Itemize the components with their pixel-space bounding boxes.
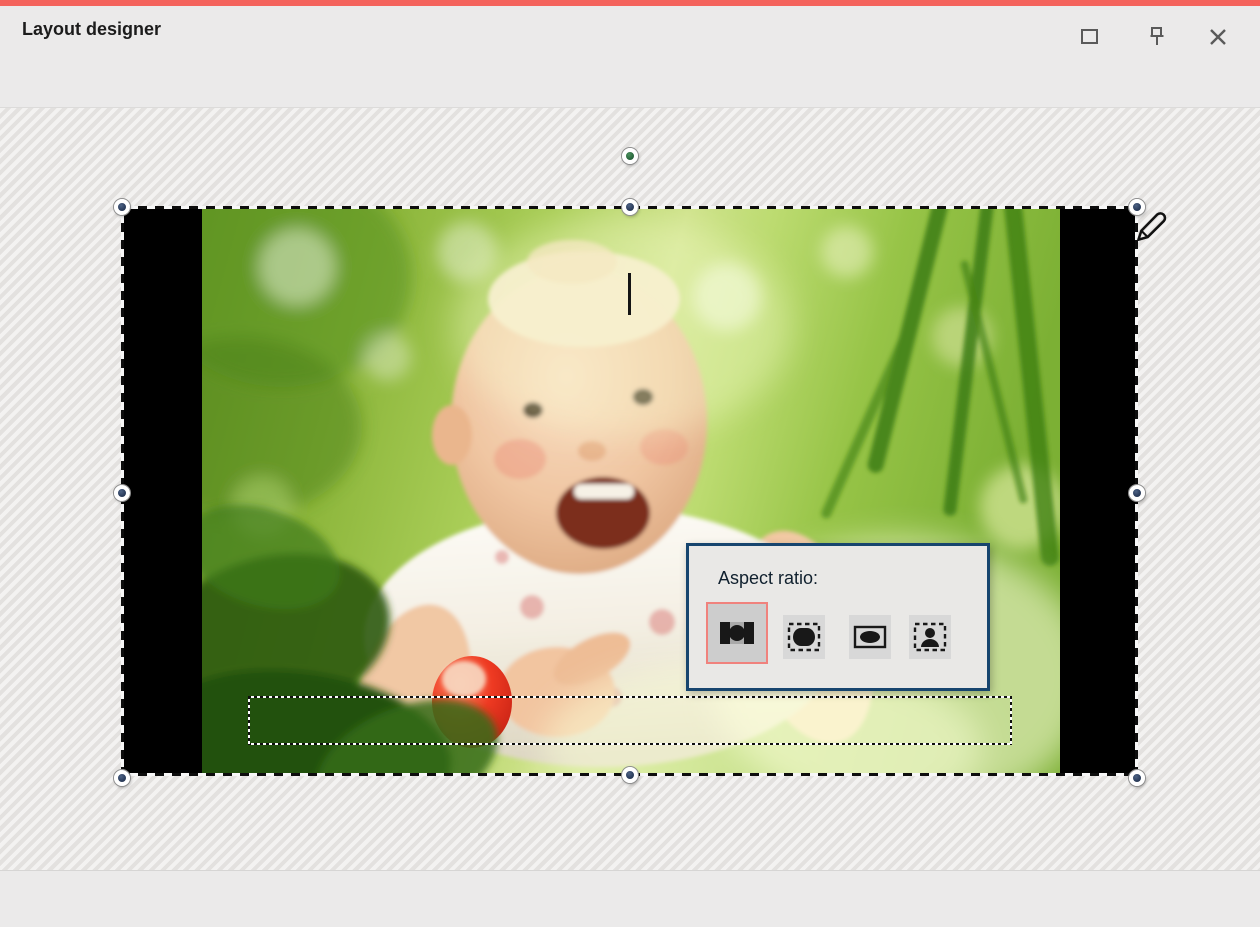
toolbar: Time mark: s bbox=[0, 52, 1260, 108]
aspect-portrait-mask-icon bbox=[911, 618, 949, 656]
dotted-border bbox=[248, 696, 250, 745]
aspect-ellipse-mask-icon bbox=[851, 618, 889, 656]
aspect-ratio-popup: Aspect ratio: bbox=[686, 543, 990, 691]
aspect-rounded-mask-icon bbox=[785, 618, 823, 656]
aspect-letterbox-icon bbox=[717, 613, 757, 653]
rotation-handle-line bbox=[628, 273, 631, 315]
resize-handle-bottom-right[interactable] bbox=[1129, 770, 1145, 786]
resize-handle-mid-right[interactable] bbox=[1129, 485, 1145, 501]
dotted-border bbox=[1010, 696, 1012, 745]
resize-handle-top-left[interactable] bbox=[114, 199, 130, 215]
dotted-border bbox=[248, 696, 1012, 698]
titlebar[interactable]: Layout designer bbox=[0, 6, 1260, 52]
aspect-letterbox-button[interactable] bbox=[706, 602, 768, 664]
maximize-button[interactable] bbox=[1080, 27, 1099, 46]
brush-cursor-icon bbox=[1130, 206, 1170, 246]
maximize-icon bbox=[1080, 27, 1099, 46]
resize-handle-bottom-left[interactable] bbox=[114, 770, 130, 786]
window-title: Layout designer bbox=[22, 19, 161, 40]
layout-designer-window: Layout designer bbox=[0, 0, 1260, 927]
close-icon bbox=[1208, 27, 1228, 47]
close-button[interactable] bbox=[1208, 27, 1228, 47]
playback-bar: 00:00.000 − + bbox=[0, 870, 1260, 927]
aspect-portrait-mask-button[interactable] bbox=[909, 615, 951, 659]
pin-button[interactable] bbox=[1146, 25, 1168, 49]
resize-handle-bottom-center[interactable] bbox=[622, 767, 638, 783]
resize-handle-mid-left[interactable] bbox=[114, 485, 130, 501]
text-placeholder-rect[interactable] bbox=[248, 696, 1012, 745]
rotation-handle[interactable] bbox=[622, 148, 638, 164]
pushpin-icon bbox=[1146, 25, 1168, 49]
resize-handle-top-center[interactable] bbox=[622, 199, 638, 215]
dotted-border bbox=[248, 743, 1012, 745]
layout-canvas[interactable]: Aspect ratio: bbox=[0, 108, 1260, 870]
aspect-ellipse-mask-button[interactable] bbox=[849, 615, 891, 659]
aspect-rounded-mask-button[interactable] bbox=[783, 615, 825, 659]
aspect-ratio-label: Aspect ratio: bbox=[718, 568, 818, 589]
